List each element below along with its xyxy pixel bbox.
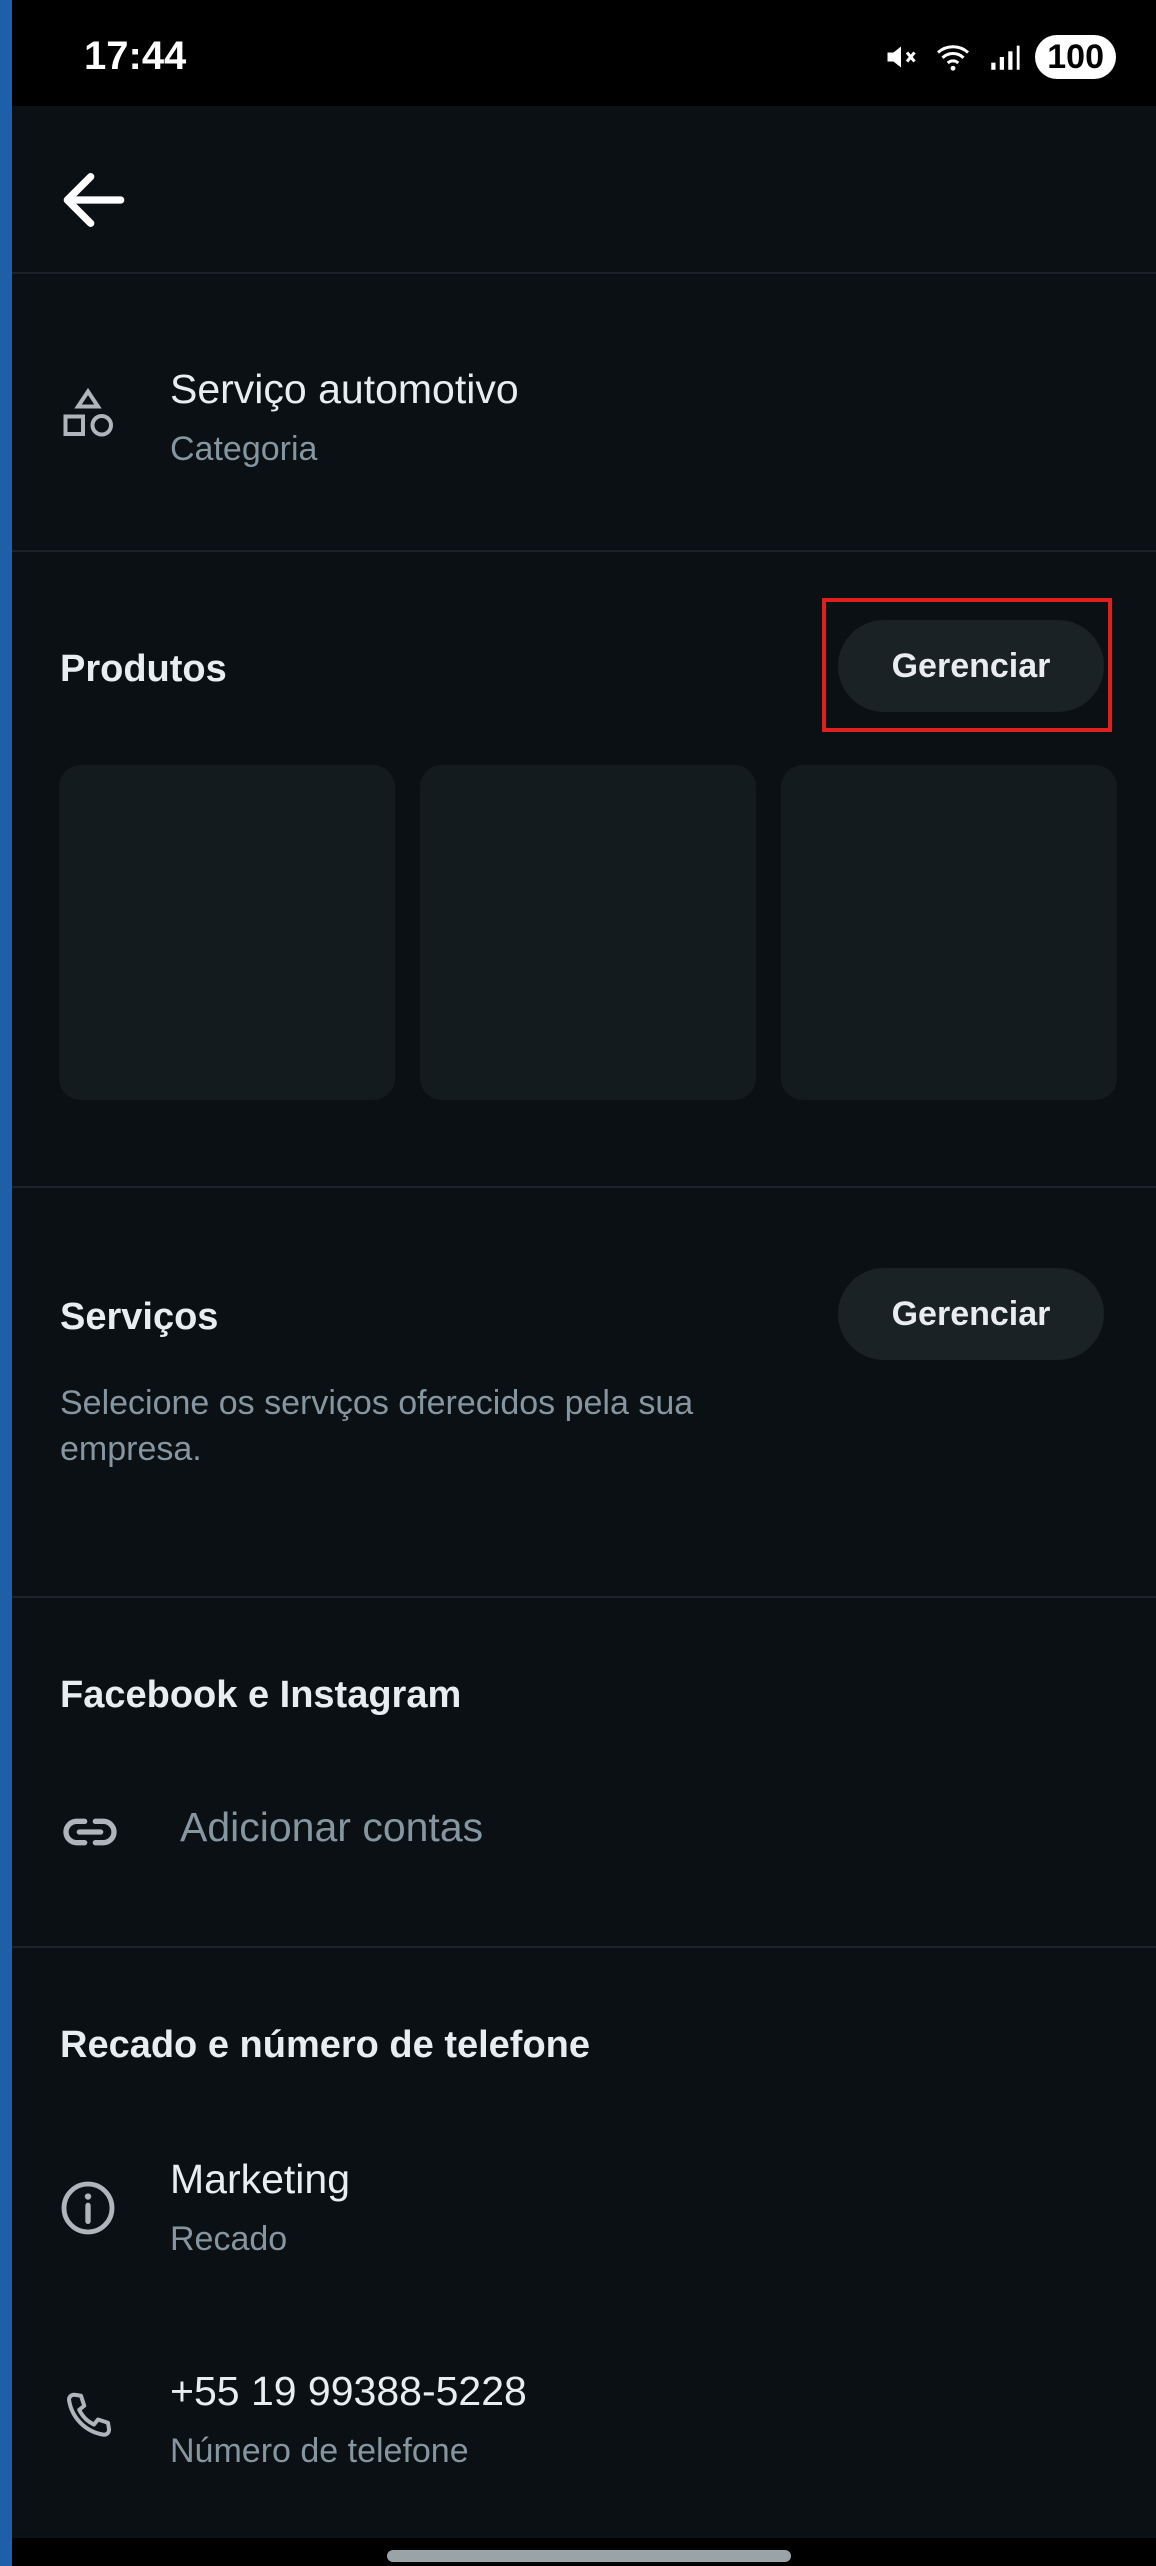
info-icon: [61, 2181, 115, 2235]
phone-value: +55 19 99388-5228: [170, 2368, 527, 2414]
status-time: 17:44: [84, 34, 187, 78]
wifi-icon: [937, 45, 970, 71]
message-value: Marketing: [170, 2156, 351, 2202]
battery-icon: 100: [1035, 35, 1116, 79]
message-phone-section-title: Recado e número de telefone: [60, 2024, 591, 2066]
back-button[interactable]: [54, 160, 134, 240]
product-card[interactable]: [59, 765, 395, 1100]
phone-label: Número de telefone: [170, 2432, 469, 2470]
home-gesture-handle[interactable]: [387, 2550, 791, 2562]
category-label: Categoria: [170, 430, 318, 468]
services-description: Selecione os serviços oferecidos pela su…: [60, 1384, 694, 1468]
products-section-title: Produtos: [60, 648, 227, 690]
add-accounts-label: Adicionar contas: [180, 1804, 484, 1850]
phone-icon: [66, 2392, 111, 2437]
divider: [12, 550, 1156, 552]
manage-services-button[interactable]: Gerenciar: [838, 1268, 1104, 1360]
status-icons: 100: [883, 34, 1116, 80]
social-section-title: Facebook e Instagram: [60, 1674, 462, 1716]
divider: [12, 1596, 1156, 1598]
status-bar: 17:44 100: [12, 0, 1156, 106]
product-card[interactable]: [420, 765, 756, 1100]
category-title: Serviço automotivo: [170, 366, 519, 412]
message-label: Recado: [170, 2220, 288, 2258]
divider: [12, 1946, 1156, 1948]
shapes-icon: [63, 387, 114, 437]
link-icon: [63, 1818, 117, 1846]
divider: [12, 1186, 1156, 1188]
services-section-title: Serviços: [60, 1296, 219, 1338]
mute-icon: [887, 46, 916, 68]
product-card[interactable]: [781, 765, 1117, 1100]
phone-screen: 17:44 100 Serviço automotivo Categoria P…: [12, 0, 1156, 2566]
divider: [12, 272, 1156, 274]
arrow-left-icon: [63, 173, 125, 227]
signal-icon: [991, 45, 1020, 70]
highlight-box: [822, 598, 1112, 732]
